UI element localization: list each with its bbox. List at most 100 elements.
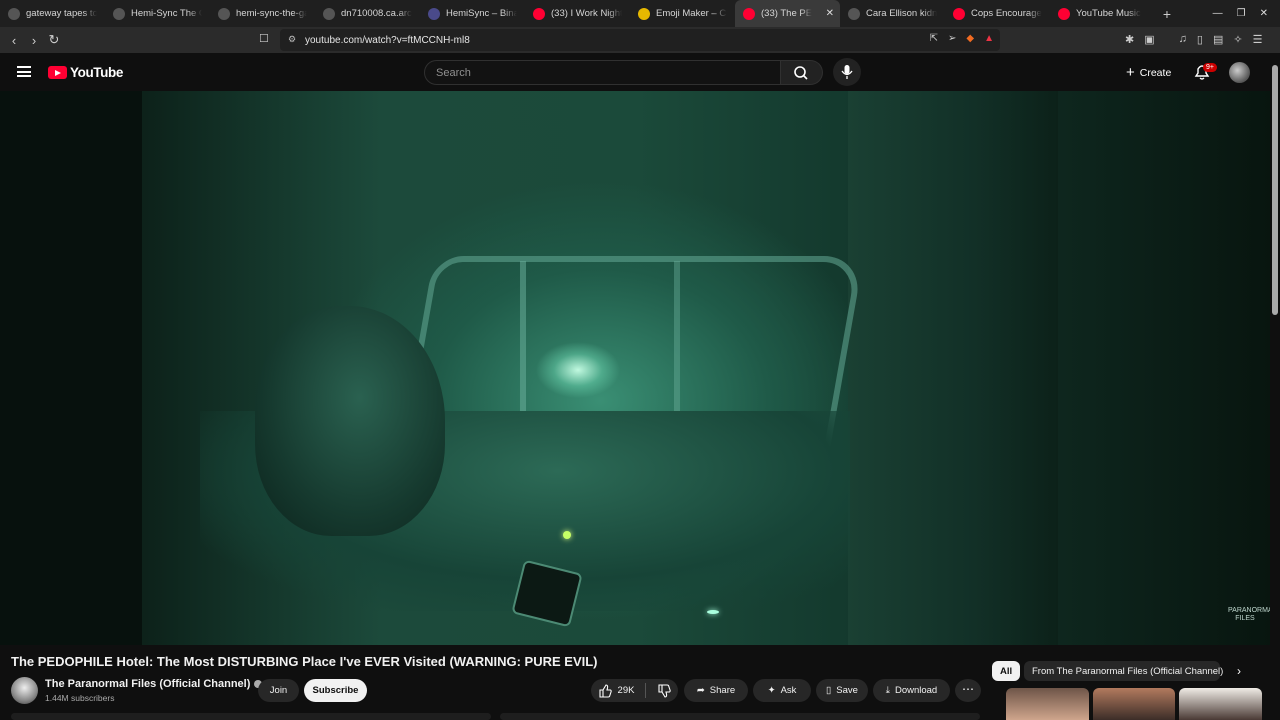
chip-all[interactable]: All (992, 661, 1021, 681)
video-curtain (848, 91, 1058, 645)
browser-tab-strip: gateway tapes to Hemi-Sync The G hemi-sync… (0, 0, 1280, 27)
tab-favicon-icon (8, 7, 20, 20)
plus-icon: + (1126, 64, 1135, 81)
thumbnail[interactable] (1092, 688, 1176, 720)
leo-icon[interactable]: ✧ (1233, 33, 1242, 46)
browser-tab[interactable]: Cops Encouraged (945, 0, 1050, 27)
send-icon[interactable]: ➢ (948, 33, 956, 44)
tab-title: (33) The PE (761, 8, 813, 19)
ask-button[interactable]: ✦ Ask (753, 679, 811, 702)
video-floor-light (707, 610, 719, 614)
video-light-dot (563, 531, 571, 539)
recommendation-thumbnails (1006, 688, 1263, 720)
hamburger-menu-icon[interactable] (17, 66, 31, 77)
reader-icon[interactable]: ▯ (1197, 33, 1203, 46)
download-button[interactable]: ⤓ Download (873, 679, 950, 702)
extensions-area: ✱ ▣ ♫ ▯ ▤ ✧ ☰ (1125, 33, 1262, 46)
music-icon[interactable]: ♫ (1179, 33, 1187, 46)
thumbnail[interactable] (1179, 688, 1263, 720)
browser-tab[interactable]: Emoji Maker – Cre (630, 0, 735, 27)
video-person (255, 306, 445, 536)
browser-tab[interactable]: hemi-sync-the-ga (210, 0, 315, 27)
close-window-button[interactable]: ✕ (1260, 8, 1268, 19)
browser-tab[interactable]: dn710008.ca.arch (315, 0, 420, 27)
rewards-icon[interactable]: ▲ (984, 33, 994, 44)
shield-icon[interactable]: ◆ (966, 33, 974, 44)
tab-favicon-icon (953, 7, 965, 20)
bookmark-icon[interactable]: ☐ (259, 32, 269, 45)
tab-favicon-icon (218, 7, 230, 20)
share-button[interactable]: ➦ Share (684, 679, 748, 702)
site-info-icon[interactable]: ⚙ (288, 34, 296, 45)
chevron-right-icon[interactable]: › (1237, 664, 1241, 678)
like-dislike-group: 29K (591, 679, 678, 702)
chip-from-channel[interactable]: From The Paranormal Files (Official Chan… (1024, 661, 1223, 681)
address-actions: ⇱ ➢ ◆ ▲ (930, 33, 994, 44)
extensions-icon[interactable]: ✱ (1125, 33, 1134, 46)
browser-tab[interactable]: gateway tapes to (0, 0, 105, 27)
page-scrollbar[interactable] (1270, 53, 1280, 720)
new-tab-button[interactable]: + (1155, 6, 1179, 22)
tab-title: Cara Ellison kidna (866, 8, 937, 19)
youtube-play-icon (48, 66, 67, 79)
video-player[interactable]: PARANORMAL FILES (0, 91, 1270, 645)
channel-name[interactable]: The Paranormal Files (Official Channel) (45, 678, 263, 690)
sparkle-icon: ✦ (767, 685, 776, 696)
subscriber-count: 1.44M subscribers (45, 693, 115, 703)
address-bar[interactable]: ⚙ youtube.com/watch?v=ftMCCNH-ml8 ⇱ ➢ ◆ … (280, 29, 1000, 51)
download-icon: ⤓ (885, 685, 890, 696)
browser-tab[interactable]: HemiSync – Binau (420, 0, 525, 27)
thumbs-up-icon (598, 683, 612, 698)
reload-button[interactable]: ↻ (44, 32, 64, 48)
url-text: youtube.com/watch?v=ftMCCNH-ml8 (305, 34, 470, 46)
tab-list: gateway tapes to Hemi-Sync The G hemi-sync… (0, 0, 1155, 27)
create-button[interactable]: + Create (1122, 60, 1175, 85)
scrollbar-thumb[interactable] (1272, 65, 1278, 315)
youtube-logo[interactable]: YouTube (48, 65, 123, 80)
search-input[interactable]: Search (424, 60, 781, 85)
account-avatar[interactable] (1229, 62, 1250, 83)
save-button[interactable]: ▯ Save (816, 679, 868, 702)
open-in-app-icon[interactable]: ⇱ (930, 33, 938, 44)
back-button[interactable]: ‹ (4, 33, 24, 48)
like-button[interactable]: 29K (598, 683, 634, 698)
maximize-button[interactable]: ❐ (1237, 8, 1246, 19)
more-actions-button[interactable]: ⋯ (955, 679, 981, 702)
youtube-header: YouTube Search + Create (0, 53, 1280, 91)
comments-edge (500, 713, 980, 720)
tab-title: hemi-sync-the-ga (236, 8, 307, 19)
description-box-edge (11, 713, 491, 720)
tab-favicon-icon (323, 7, 335, 20)
video-letterbox (0, 91, 142, 645)
browser-tab[interactable]: Hemi-Sync The G (105, 0, 210, 27)
tab-favicon-icon (743, 7, 755, 20)
tab-title: YouTube Music (1076, 8, 1141, 19)
tab-favicon-icon (113, 7, 125, 20)
channel-watermark[interactable]: PARANORMAL FILES (1228, 607, 1270, 629)
browser-tab[interactable]: Cara Ellison kidna (840, 0, 945, 27)
forward-button[interactable]: › (24, 33, 44, 48)
tab-favicon-icon (1058, 7, 1070, 20)
thumbnail[interactable] (1006, 688, 1089, 720)
tab-close-icon[interactable]: ✕ (826, 8, 834, 19)
tab-title: Hemi-Sync The G (131, 8, 202, 19)
share-icon: ➦ (696, 685, 705, 696)
tab-title: HemiSync – Binau (446, 8, 517, 19)
tab-favicon-icon (428, 7, 440, 20)
menu-icon[interactable]: ☰ (1253, 33, 1263, 46)
thumbs-down-icon[interactable] (657, 683, 672, 698)
search-button[interactable] (781, 60, 823, 85)
video-title: The PEDOPHILE Hotel: The Most DISTURBING… (11, 654, 598, 669)
join-button[interactable]: Join (258, 679, 299, 702)
browser-tab[interactable]: YouTube Music (1050, 0, 1155, 27)
channel-avatar[interactable] (11, 677, 38, 704)
minimize-button[interactable]: — (1213, 8, 1223, 19)
tab-favicon-icon (848, 7, 860, 20)
voice-search-button[interactable] (833, 58, 861, 86)
sidebar-icon[interactable]: ▣ (1144, 33, 1154, 46)
subscribe-button[interactable]: Subscribe (304, 679, 367, 702)
browser-tab[interactable]: (33) The PE ✕ (735, 0, 840, 27)
browser-tab[interactable]: (33) I Work Nights (525, 0, 630, 27)
window-controls: — ❐ ✕ (1213, 8, 1280, 19)
wallet-icon[interactable]: ▤ (1213, 33, 1223, 46)
